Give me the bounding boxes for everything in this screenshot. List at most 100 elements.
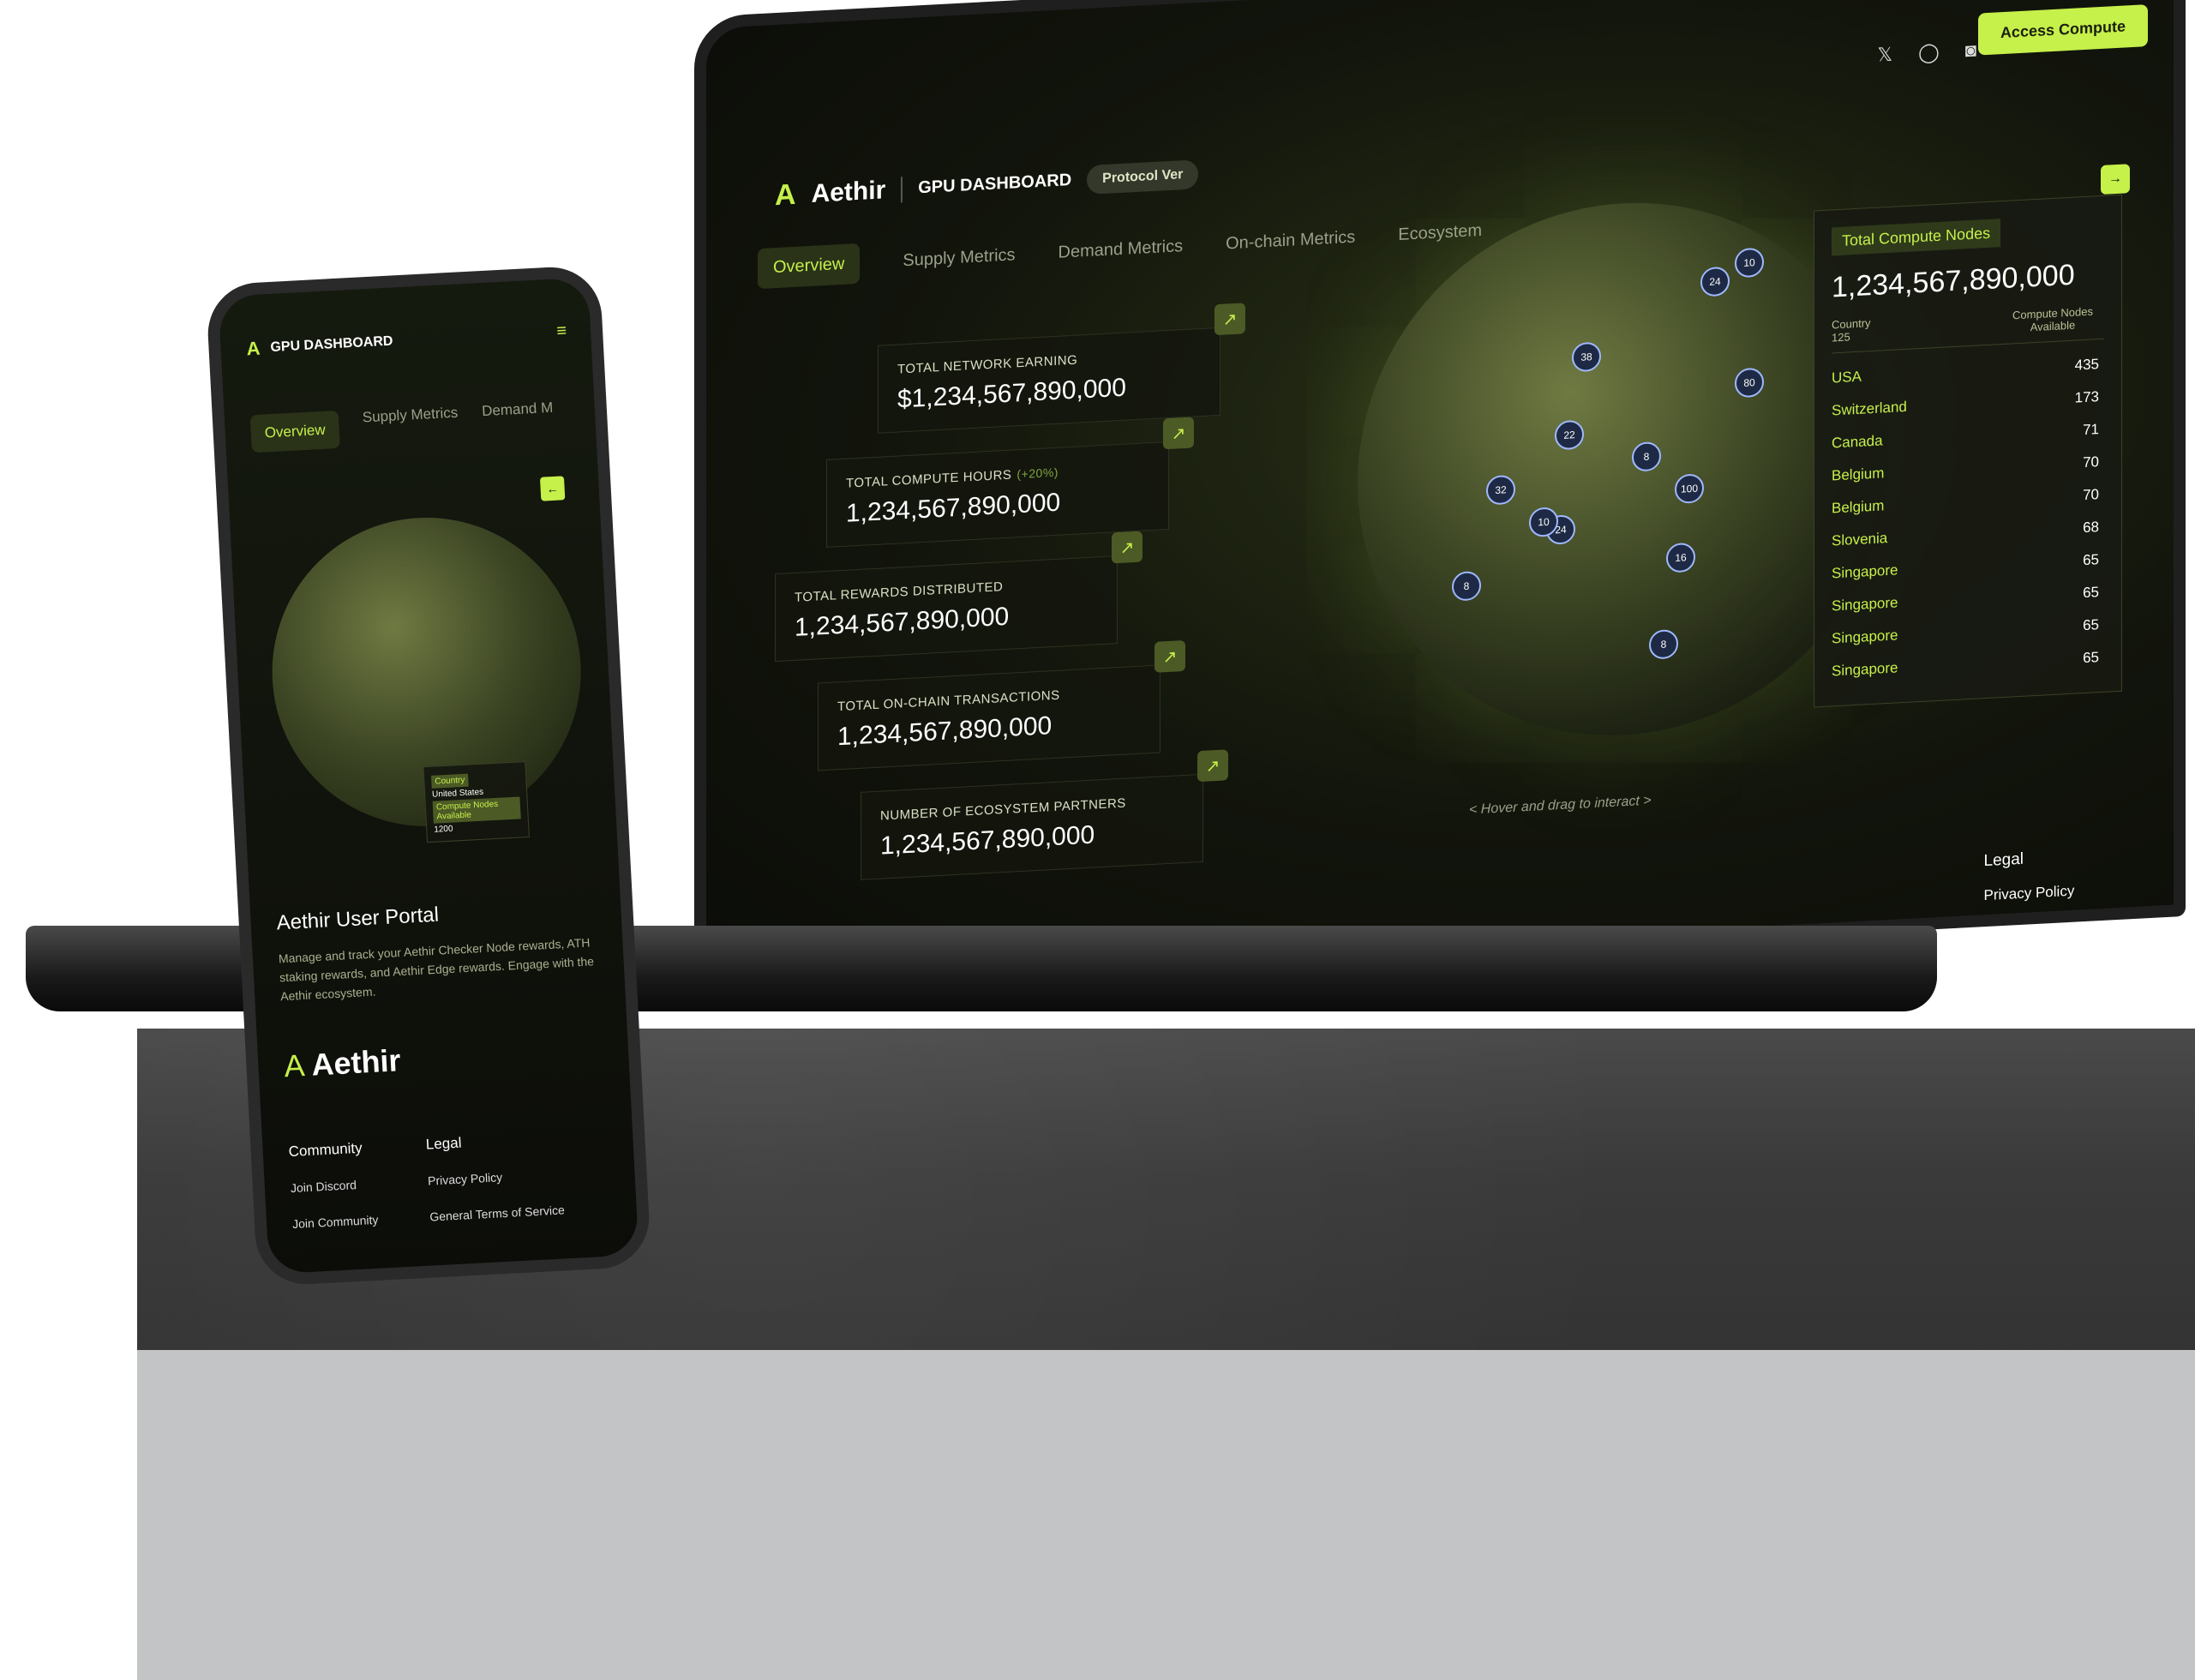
country-cell: Slovenia: [1832, 530, 1888, 549]
phone-device: A GPU DASHBOARD ≡ Overview Supply Metric…: [205, 264, 652, 1287]
hamburger-menu-icon[interactable]: ≡: [556, 321, 567, 342]
arrow-right-icon[interactable]: →: [2101, 164, 2130, 195]
arrow-left-icon[interactable]: ←: [539, 476, 566, 501]
terms-link[interactable]: General Terms of Service: [429, 1191, 566, 1234]
aethir-logo-icon: A: [775, 177, 796, 213]
aethir-logo-icon[interactable]: A: [246, 338, 261, 361]
interactive-globe[interactable]: 24 10 38 80 22 8 32 100 24 10 16 8 8: [1358, 189, 1889, 749]
metric-change-tag: (+20%): [1017, 465, 1059, 482]
tab-demand-metrics[interactable]: Demand Metrics: [1059, 237, 1184, 263]
metric-card-rewards-distributed: TOTAL REWARDS DISTRIBUTED 1,234,567,890,…: [775, 531, 1142, 663]
nodes-cell: 173: [2074, 388, 2099, 406]
arrow-up-right-icon[interactable]: ↗: [1197, 749, 1228, 783]
nodes-cell: 70: [2083, 453, 2099, 471]
nodes-cell: 65: [2083, 649, 2099, 667]
tab-ecosystem[interactable]: Ecosystem: [1398, 221, 1482, 245]
country-cell: Singapore: [1832, 561, 1898, 582]
access-compute-button[interactable]: Access Compute: [1977, 4, 2148, 56]
discord-icon[interactable]: ◙: [1965, 39, 1976, 63]
panel-table-body[interactable]: USA 435 Switzerland 173 Canada 71 Belgium 70 Bel…: [1832, 348, 2104, 688]
laptop-screen: A Aethir GPU DASHBOARD Protocol Ver 𝕏 ◯ …: [694, 0, 2186, 995]
tab-supply-metrics[interactable]: Supply Metrics: [903, 245, 1015, 271]
country-cell: Switzerland: [1832, 398, 1907, 419]
globe-node-marker[interactable]: 80: [1735, 367, 1764, 399]
footer-legal: Legal Privacy Policy General Terms of Se…: [1984, 836, 2148, 947]
phone-footer-links: Community Join Discord Join Community Le…: [288, 1120, 566, 1242]
protocol-version-pill[interactable]: Protocol Ver: [1087, 159, 1199, 195]
globe-node-marker[interactable]: 10: [1735, 247, 1764, 279]
col-country[interactable]: Country 125: [1832, 316, 1871, 344]
brand-name[interactable]: Aethir: [812, 176, 886, 209]
community-column: Community Join Discord Join Community: [288, 1130, 380, 1242]
country-cell: Singapore: [1832, 594, 1898, 615]
tab-onchain-metrics[interactable]: On-chain Metrics: [1226, 228, 1355, 255]
aethir-logo-icon: A: [283, 1047, 304, 1084]
tab-demand-metrics[interactable]: Demand M: [482, 399, 555, 441]
metric-value: 1,234,567,890,000: [880, 820, 1095, 861]
panel-table-header: Country 125 Compute Nodes Available: [1832, 303, 2104, 354]
arrow-up-right-icon[interactable]: ↗: [1112, 531, 1142, 564]
globe-node-marker[interactable]: 24: [1700, 266, 1730, 297]
arrow-up-right-icon[interactable]: ↗: [1163, 417, 1194, 450]
dashboard-screen: A Aethir GPU DASHBOARD Protocol Ver 𝕏 ◯ …: [706, 0, 2174, 982]
country-cell: Singapore: [1832, 627, 1898, 647]
globe-node-marker[interactable]: 8: [1452, 570, 1481, 602]
globe-hint: < Hover and drag to interact >: [1469, 793, 1652, 818]
country-cell: Belgium: [1832, 465, 1885, 484]
col-compute-nodes[interactable]: Compute Nodes Available: [2001, 304, 2104, 335]
country-cell: Canada: [1832, 432, 1883, 452]
join-community-link[interactable]: Join Community: [291, 1202, 379, 1242]
nodes-cell: 65: [2083, 616, 2099, 634]
metric-value: 1,234,567,890,000: [837, 711, 1053, 752]
panel-total-value: 1,234,567,890,000: [1832, 258, 2075, 304]
portal-description: Manage and track your Aethir Checker Nod…: [278, 935, 595, 1004]
nodes-cell: 65: [2083, 584, 2099, 602]
nodes-cell: 65: [2083, 551, 2099, 569]
terms-link[interactable]: General Terms of Service: [1984, 904, 2148, 947]
globe-tooltip: Country United States Compute Nodes Avai…: [423, 761, 530, 843]
phone-screen: A GPU DASHBOARD ≡ Overview Supply Metric…: [218, 277, 639, 1275]
country-cell: Singapore: [1832, 659, 1898, 680]
join-discord-link[interactable]: Join Discord: [290, 1166, 377, 1206]
brand-header: A Aethir GPU DASHBOARD Protocol Ver: [775, 157, 1199, 213]
social-links: 𝕏 ◯ ◙: [1877, 39, 1976, 67]
globe-node-marker[interactable]: 32: [1486, 474, 1515, 506]
dashboard-title: GPU DASHBOARD: [918, 170, 1072, 198]
compute-nodes-panel: → Total Compute Nodes 1,234,567,890,000 …: [1814, 164, 2130, 708]
metric-value: 1,234,567,890,000: [846, 488, 1061, 528]
globe-node-marker[interactable]: 38: [1572, 341, 1601, 373]
mockup-stage: A Aethir GPU DASHBOARD Protocol Ver 𝕏 ◯ …: [0, 0, 2195, 1680]
nodes-cell: 68: [2083, 519, 2099, 537]
tooltip-nodes-chip: Compute Nodes Available: [432, 796, 521, 824]
metric-value: 1,234,567,890,000: [795, 602, 1010, 642]
phone-header: A GPU DASHBOARD: [246, 330, 393, 360]
community-heading: Community: [288, 1139, 363, 1161]
tab-supply-metrics[interactable]: Supply Metrics: [362, 405, 459, 447]
metric-card-ecosystem-partners: NUMBER OF ECOSYSTEM PARTNERS 1,234,567,8…: [861, 749, 1228, 880]
nodes-cell: 70: [2083, 486, 2099, 504]
globe-node-marker[interactable]: 100: [1675, 473, 1704, 505]
pedestal-base: [137, 1350, 2195, 1680]
nodes-cell: 435: [2074, 356, 2099, 374]
metric-card-onchain-transactions: TOTAL ON-CHAIN TRANSACTIONS 1,234,567,89…: [818, 639, 1185, 771]
x-icon[interactable]: 𝕏: [1877, 44, 1892, 67]
globe-node-marker[interactable]: 8: [1649, 628, 1678, 660]
arrow-up-right-icon[interactable]: ↗: [1214, 303, 1245, 336]
country-cell: USA: [1832, 368, 1862, 387]
tooltip-country-chip: Country: [430, 773, 469, 789]
arrow-up-right-icon[interactable]: ↗: [1154, 639, 1185, 673]
globe-node-marker[interactable]: 8: [1632, 441, 1661, 472]
country-cell: Belgium: [1832, 497, 1885, 517]
metric-value: $1,234,567,890,000: [897, 373, 1126, 414]
legal-column: Legal Privacy Policy General Terms of Se…: [425, 1120, 566, 1235]
phone-tabs: Overview Supply Metrics Demand M: [249, 399, 555, 453]
tab-overview[interactable]: Overview: [249, 410, 340, 453]
globe-node-marker[interactable]: 16: [1666, 542, 1695, 573]
tab-overview[interactable]: Overview: [758, 243, 861, 290]
brand-divider: [901, 176, 903, 202]
globe-node-marker[interactable]: 22: [1555, 419, 1584, 451]
dashboard-title: GPU DASHBOARD: [270, 333, 393, 355]
main-tabs: Overview Supply Metrics Demand Metrics O…: [758, 211, 1482, 290]
user-portal-section: Aethir User Portal Manage and track your…: [276, 895, 606, 1006]
github-icon[interactable]: ◯: [1918, 41, 1940, 64]
